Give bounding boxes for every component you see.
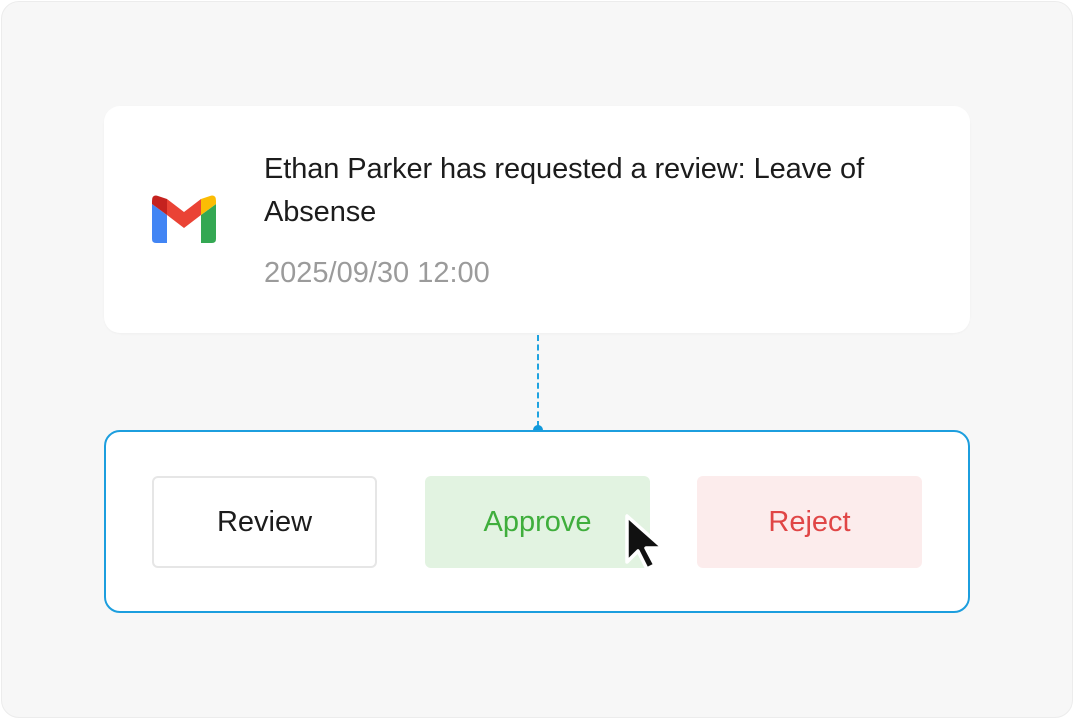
notification-title: Ethan Parker has requested a review: Lea… <box>264 153 865 228</box>
gmail-icon <box>152 195 216 243</box>
reject-button[interactable]: Reject <box>697 476 922 568</box>
notification-timestamp: 2025/09/30 12:00 <box>264 257 490 289</box>
approve-button[interactable]: Approve <box>425 476 650 568</box>
review-button[interactable]: Review <box>152 476 377 568</box>
pointer-cursor-icon <box>625 514 665 571</box>
connector-line <box>537 335 539 427</box>
